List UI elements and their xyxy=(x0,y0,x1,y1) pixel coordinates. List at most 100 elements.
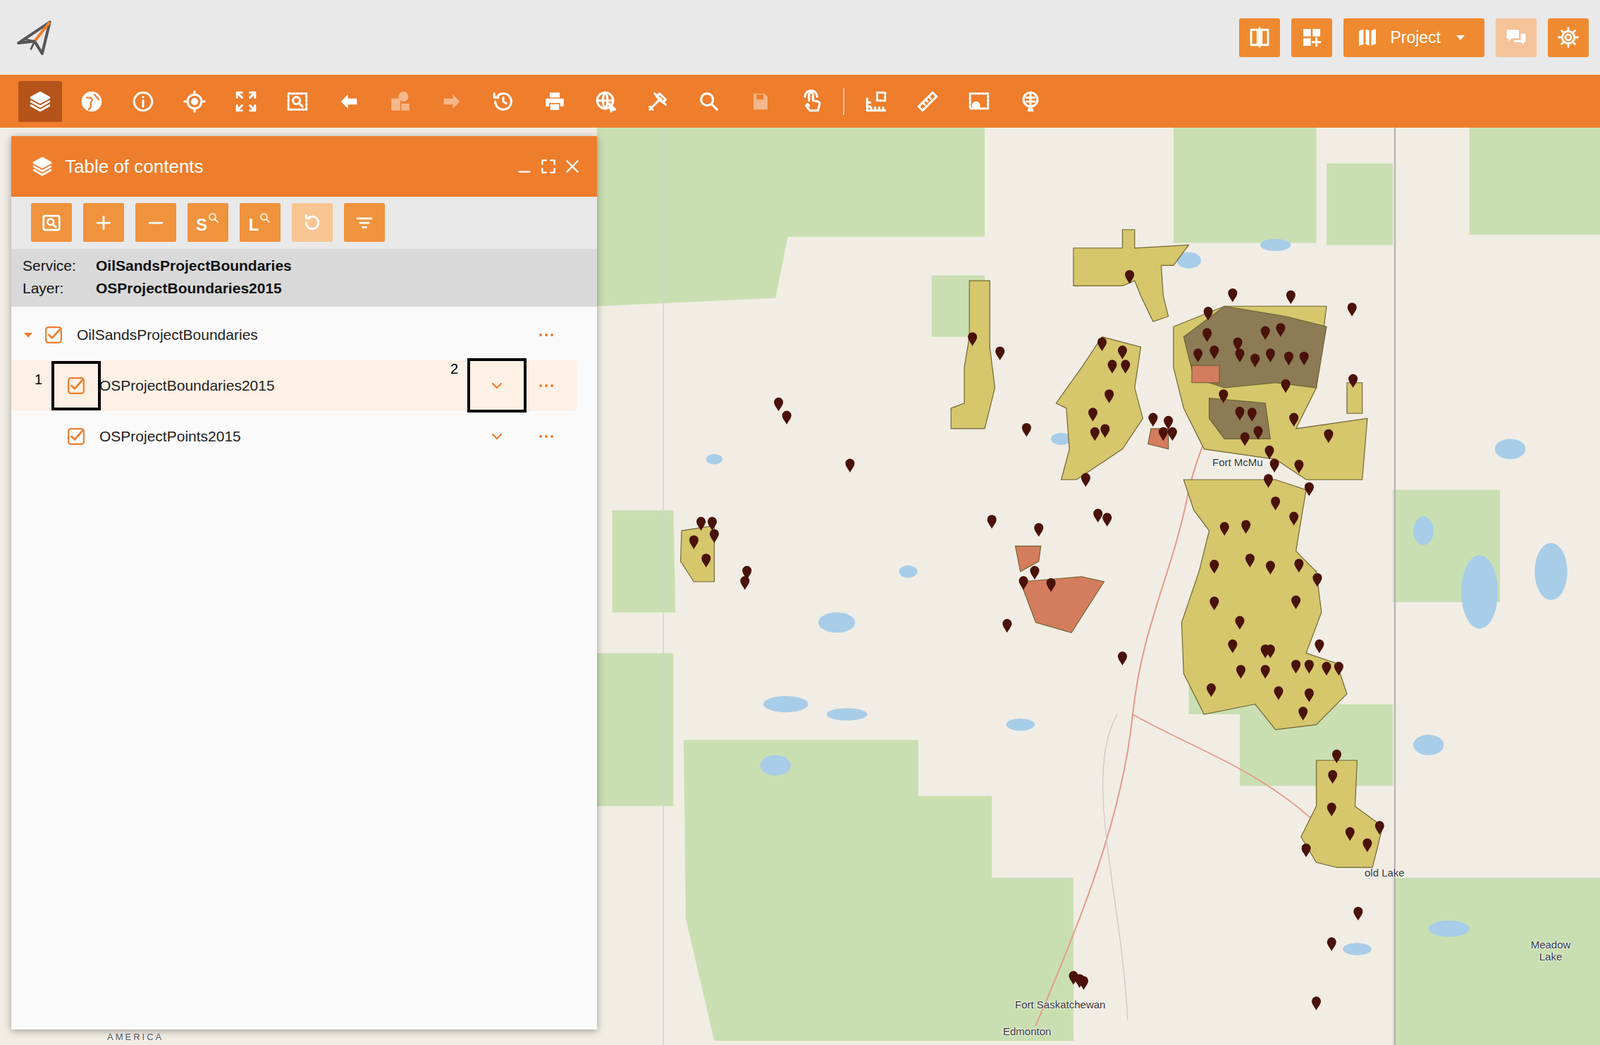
history-tool[interactable] xyxy=(481,81,526,122)
full-extent-tool[interactable] xyxy=(224,81,268,122)
map-pin[interactable] xyxy=(1375,820,1385,835)
map-pin[interactable] xyxy=(1227,288,1238,303)
map-pin[interactable] xyxy=(1327,936,1337,951)
service-row[interactable]: OilSandsProjectBoundaries xyxy=(11,309,577,361)
map-pin[interactable] xyxy=(1284,351,1294,366)
map-pin[interactable] xyxy=(1220,521,1230,536)
map-pin[interactable] xyxy=(845,458,855,473)
map-pin[interactable] xyxy=(1029,565,1039,581)
measure-area-tool[interactable] xyxy=(854,81,898,122)
map-pin[interactable] xyxy=(1093,508,1103,523)
map-pin[interactable] xyxy=(1270,496,1280,511)
map-pin[interactable] xyxy=(1107,359,1117,374)
map-pin[interactable] xyxy=(1019,575,1029,590)
map-pin[interactable] xyxy=(967,331,977,347)
map-pin[interactable] xyxy=(1209,559,1219,574)
globe-cursor-tool[interactable] xyxy=(584,81,629,122)
split-view-button[interactable] xyxy=(1239,18,1280,58)
map-pin[interactable] xyxy=(1327,802,1337,817)
map-pin[interactable] xyxy=(1345,826,1355,841)
map-pin[interactable] xyxy=(1104,389,1114,404)
search-service-button[interactable]: S xyxy=(187,202,229,242)
map-pin[interactable] xyxy=(1202,327,1212,342)
legend-toggle[interactable] xyxy=(482,422,512,451)
basemap-globe-tool[interactable] xyxy=(69,81,114,122)
add-widget-button[interactable] xyxy=(1291,18,1333,58)
map-pin[interactable] xyxy=(1273,685,1283,700)
map-pin[interactable] xyxy=(1314,639,1324,654)
map-pin[interactable] xyxy=(1311,995,1321,1011)
zoom-box-tool[interactable] xyxy=(275,81,320,122)
map-pin[interactable] xyxy=(1079,975,1089,990)
map-pin[interactable] xyxy=(1240,432,1250,447)
back-arrow-tool[interactable] xyxy=(327,81,371,122)
search-tool[interactable] xyxy=(687,81,731,122)
map-pin[interactable] xyxy=(1117,651,1128,666)
map-pin[interactable] xyxy=(1034,522,1044,538)
layer-options-button[interactable] xyxy=(532,320,561,349)
map-pin[interactable] xyxy=(1291,659,1301,674)
search-layer-button[interactable]: L xyxy=(239,202,281,242)
map-pin[interactable] xyxy=(782,410,792,426)
map-pin[interactable] xyxy=(995,346,1005,361)
map-pin[interactable] xyxy=(1265,560,1276,575)
map-pin[interactable] xyxy=(1088,407,1098,422)
map-view[interactable]: Fort McMuold LakeFort SaskatchewanEdmont… xyxy=(0,127,1600,1045)
map-pin[interactable] xyxy=(1081,472,1091,488)
map-pin[interactable] xyxy=(1332,749,1342,764)
map-pin[interactable] xyxy=(1236,664,1246,679)
map-pin[interactable] xyxy=(1270,458,1280,473)
map-pin[interactable] xyxy=(1347,302,1357,317)
map-pin[interactable] xyxy=(1124,269,1135,285)
map-pin[interactable] xyxy=(1253,425,1264,440)
layer-row[interactable]: OSProjectPoints2015 xyxy=(11,410,577,462)
map-pin[interactable] xyxy=(707,516,717,531)
map-pin[interactable] xyxy=(1289,511,1299,526)
map-pin[interactable] xyxy=(1264,445,1274,460)
layer-name[interactable]: OSProjectPoints2015 xyxy=(99,425,483,448)
map-pin[interactable] xyxy=(709,528,719,543)
map-pin[interactable] xyxy=(1247,407,1257,422)
layers-tool[interactable] xyxy=(18,81,63,122)
map-pin[interactable] xyxy=(1322,661,1332,676)
map-pin[interactable] xyxy=(1289,412,1299,427)
layer-checkbox[interactable] xyxy=(44,325,63,344)
map-pin[interactable] xyxy=(696,516,706,531)
ruler-tool[interactable] xyxy=(905,81,950,122)
map-pin[interactable] xyxy=(1046,577,1056,593)
map-pin[interactable] xyxy=(1245,553,1255,568)
chat-button[interactable] xyxy=(1495,18,1537,58)
map-pin[interactable] xyxy=(1193,348,1203,363)
map-pin[interactable] xyxy=(1158,427,1168,442)
map-pin[interactable] xyxy=(1022,422,1032,438)
map-pin[interactable] xyxy=(1294,459,1304,474)
map-pin[interactable] xyxy=(1348,373,1358,388)
map-pin[interactable] xyxy=(1148,412,1158,427)
collapse-all-button[interactable] xyxy=(135,202,177,242)
map-pin[interactable] xyxy=(1312,573,1322,588)
map-pin[interactable] xyxy=(1334,661,1344,676)
maximize-button[interactable] xyxy=(539,157,558,176)
map-pin[interactable] xyxy=(1275,322,1285,337)
layer-name[interactable]: OSProjectBoundaries2015 xyxy=(99,374,483,397)
map-pin[interactable] xyxy=(1090,427,1100,442)
tools-tool[interactable] xyxy=(635,81,680,122)
map-pin[interactable] xyxy=(773,397,784,412)
layer-options-button[interactable] xyxy=(532,371,561,400)
expand-caret[interactable] xyxy=(21,328,36,342)
map-pin[interactable] xyxy=(1304,659,1314,674)
legend-toggle[interactable]: 2 xyxy=(482,371,512,400)
map-pin[interactable] xyxy=(1265,348,1276,363)
map-pin[interactable] xyxy=(1227,639,1238,654)
map-pin[interactable] xyxy=(1299,351,1309,366)
minimize-button[interactable] xyxy=(515,157,534,176)
layer-name[interactable]: OilSandsProjectBoundaries xyxy=(76,323,483,347)
map-pin[interactable] xyxy=(1209,345,1219,360)
draw-tool[interactable] xyxy=(1008,81,1053,122)
map-pin[interactable] xyxy=(1209,596,1219,611)
map-pin[interactable] xyxy=(1294,558,1304,573)
map-pin[interactable] xyxy=(1097,336,1107,352)
map-pin[interactable] xyxy=(1327,769,1338,784)
reset-button[interactable] xyxy=(291,202,333,242)
project-menu-button[interactable]: Project xyxy=(1343,18,1485,58)
